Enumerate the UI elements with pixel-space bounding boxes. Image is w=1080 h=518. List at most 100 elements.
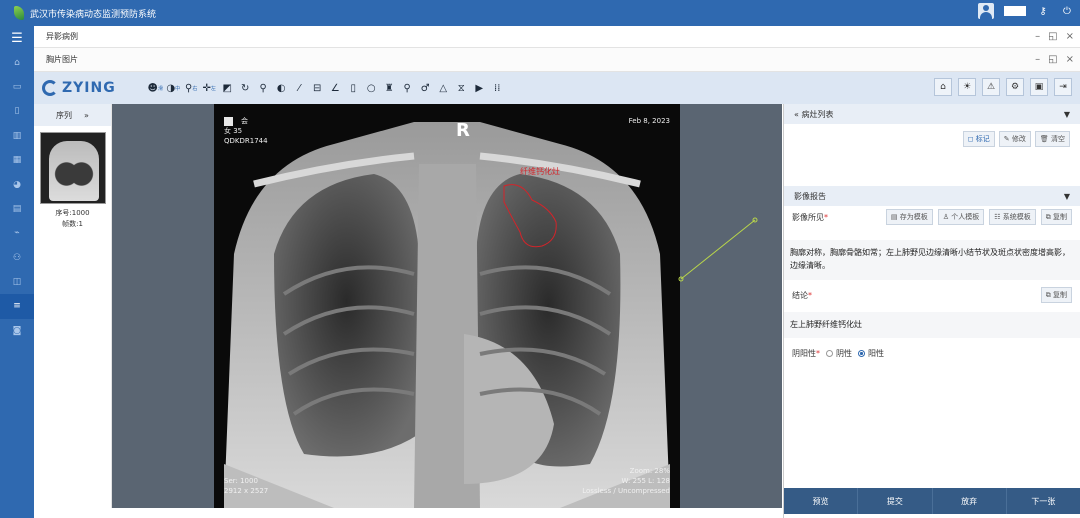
play-icon[interactable]: ▶: [472, 79, 487, 97]
personal-template-button[interactable]: ♙ 个人模板: [937, 209, 985, 225]
series-header: 序列 »: [34, 104, 111, 126]
camera-icon[interactable]: ◙: [0, 319, 34, 343]
app-title: 武汉市传染病动态监测预防系统: [30, 9, 157, 20]
rotate-icon[interactable]: ↻: [238, 79, 253, 97]
list-icon[interactable]: ≡: [0, 294, 34, 319]
conclusion-label: 结论*: [792, 290, 812, 300]
search-icon[interactable]: ⚲: [256, 79, 271, 97]
tower-icon[interactable]: ♜: [382, 79, 397, 97]
case-panel-title: 异影病例: [46, 32, 78, 41]
series-number: 序号:1000: [55, 209, 90, 217]
lesion-actions: ◻ 标记 ✎ 修改 🗑 清空: [784, 124, 1080, 154]
series-toggle-icon[interactable]: »: [84, 111, 89, 120]
invert-icon[interactable]: ◩: [220, 79, 235, 97]
polarity-row: 阴阳性* 阴性 阳性: [784, 342, 1080, 364]
image-viewer[interactable]: R 纤维钙化灶 会 女 35 QDKDR1744 Feb 8, 2023 Ser…: [112, 104, 782, 508]
app-titlebar: 武汉市传染病动态监测预防系统 ⚷ ⏻: [0, 0, 1080, 26]
chevron-down-icon[interactable]: ▼: [1064, 110, 1070, 119]
home-icon[interactable]: ⌂: [934, 78, 952, 96]
submit-button[interactable]: 提交: [858, 488, 933, 514]
copy-conclusion-button[interactable]: ⧉ 复制: [1040, 287, 1072, 303]
abandon-button[interactable]: 放弃: [933, 488, 1007, 514]
measure-line-layer: [678, 217, 758, 282]
conclusion-textarea[interactable]: 左上肺野纤维钙化灶: [784, 312, 1080, 338]
minimize-icon[interactable]: –: [1035, 54, 1040, 65]
username-field[interactable]: [1004, 6, 1026, 16]
monitor-icon[interactable]: ▭: [0, 75, 34, 99]
report-title: 影像报告: [794, 191, 826, 201]
cobb-icon[interactable]: ♂: [418, 79, 433, 97]
report-header[interactable]: 影像报告 ▼: [784, 186, 1080, 206]
bar-chart-icon[interactable]: ▦: [0, 148, 34, 172]
brightness-icon[interactable]: ☻ 滑: [148, 79, 163, 97]
save-template-button[interactable]: ▤ 存为模板: [885, 209, 933, 225]
edit-button[interactable]: ✎ 修改: [998, 131, 1031, 147]
crosshair-icon[interactable]: ✛ 左: [202, 79, 217, 97]
settings-icon[interactable]: ⚙: [1006, 78, 1024, 96]
frame-count: 帧数:1: [62, 220, 83, 228]
warning-icon[interactable]: ⚠: [982, 78, 1000, 96]
restore-icon[interactable]: ◱: [1048, 31, 1057, 42]
angle-icon[interactable]: ∠: [328, 79, 343, 97]
clear-button[interactable]: 🗑 清空: [1034, 131, 1070, 147]
series-title: 序列: [56, 110, 73, 120]
system-template-button[interactable]: ☷ 系统模板: [989, 209, 1036, 225]
ruler-icon[interactable]: ⁄: [292, 79, 307, 97]
chevron-down-icon[interactable]: ▼: [1064, 192, 1070, 201]
bar-chart-icon[interactable]: ▤: [0, 197, 34, 221]
restore-icon[interactable]: ◱: [1048, 54, 1057, 65]
series-thumbnail[interactable]: [39, 132, 106, 204]
close-icon[interactable]: ×: [1066, 31, 1074, 42]
triangle-icon[interactable]: △: [436, 79, 451, 97]
power-icon[interactable]: ⏻: [1060, 6, 1074, 17]
lesion-list-header[interactable]: « 病灶列表 ▼: [784, 104, 1080, 124]
report-panel: « 病灶列表 ▼ ◻ 标记 ✎ 修改 🗑 清空 影像报告 ▼ 影像所见* ▤ 存…: [783, 104, 1080, 518]
key-icon[interactable]: ⚷: [1036, 6, 1050, 17]
sun-icon[interactable]: ☀: [958, 78, 976, 96]
measure-line[interactable]: [680, 219, 756, 280]
ellipse-icon[interactable]: ○: [364, 79, 379, 97]
line-chart-icon[interactable]: ⌁: [0, 221, 34, 245]
pin-icon[interactable]: ⚲: [400, 79, 415, 97]
copy-findings-button[interactable]: ⧉ 复制: [1040, 209, 1072, 225]
conclusion-row: 结论* ⧉ 复制: [784, 284, 1080, 306]
report-footer: 预览 提交 放弃 下一张: [784, 488, 1080, 514]
users-icon[interactable]: ⚇: [0, 246, 34, 270]
image-panel-header: 胸片图片 – ◱ ×: [34, 48, 1080, 72]
viewer-bottom-gap: [34, 508, 782, 518]
brand-mark-icon: [42, 80, 58, 96]
polarity-label: 阴阳性*: [792, 348, 820, 358]
next-button[interactable]: 下一张: [1007, 488, 1080, 514]
save-icon[interactable]: ▣: [1030, 78, 1048, 96]
negative-radio[interactable]: 阴性: [826, 348, 852, 359]
brand-name: ZYING: [62, 80, 116, 96]
hourglass-icon[interactable]: ⧖: [454, 79, 469, 97]
user-avatar[interactable]: [978, 3, 994, 19]
menu-icon[interactable]: ☰: [0, 26, 34, 50]
rect-icon[interactable]: ▯: [346, 79, 361, 97]
window-icon[interactable]: ◫: [0, 270, 34, 294]
contrast-icon[interactable]: ◑ 中: [166, 79, 181, 97]
measure-icon[interactable]: ⊟: [310, 79, 325, 97]
grid-icon[interactable]: ⁞⁞: [490, 79, 505, 97]
logout-icon[interactable]: ⇥: [1054, 78, 1072, 96]
chest-xray-thumbnail-image: [48, 141, 99, 201]
close-icon[interactable]: ×: [1066, 54, 1074, 65]
lesion-list-title: 病灶列表: [801, 109, 834, 119]
mark-button[interactable]: ◻ 标记: [962, 131, 995, 147]
clipboard-icon[interactable]: ▯: [0, 99, 34, 123]
zoom-icon[interactable]: ⚲ 右: [184, 79, 199, 97]
minimize-icon[interactable]: –: [1035, 31, 1040, 42]
home-icon[interactable]: ⌂: [0, 50, 34, 74]
viewer-toolbar: ZYING ☻ 滑 ◑ 中 ⚲ 右 ✛ 左 ◩ ↻ ⚲ ◐ ⁄ ⊟ ∠ ▯ ○ ♜ ⚲ …: [34, 72, 1080, 104]
case-panel-header: 异影病例 – ◱ ×: [34, 26, 1080, 48]
image-panel-title: 胸片图片: [46, 55, 78, 64]
pie-chart-icon[interactable]: ◕: [0, 172, 34, 196]
positive-radio[interactable]: 阳性: [858, 348, 884, 359]
app-logo: [14, 6, 24, 20]
bar-chart-icon[interactable]: ▥: [0, 124, 34, 148]
findings-textarea[interactable]: 胸廓对称，胸廓骨骼如常；左上肺野见边缘清晰小结节状及斑点状密度增高影，边缘清晰。: [784, 240, 1080, 280]
preview-button[interactable]: 预览: [784, 488, 859, 514]
adjust-icon[interactable]: ◐: [274, 79, 289, 97]
collapse-icon[interactable]: «: [794, 110, 799, 119]
